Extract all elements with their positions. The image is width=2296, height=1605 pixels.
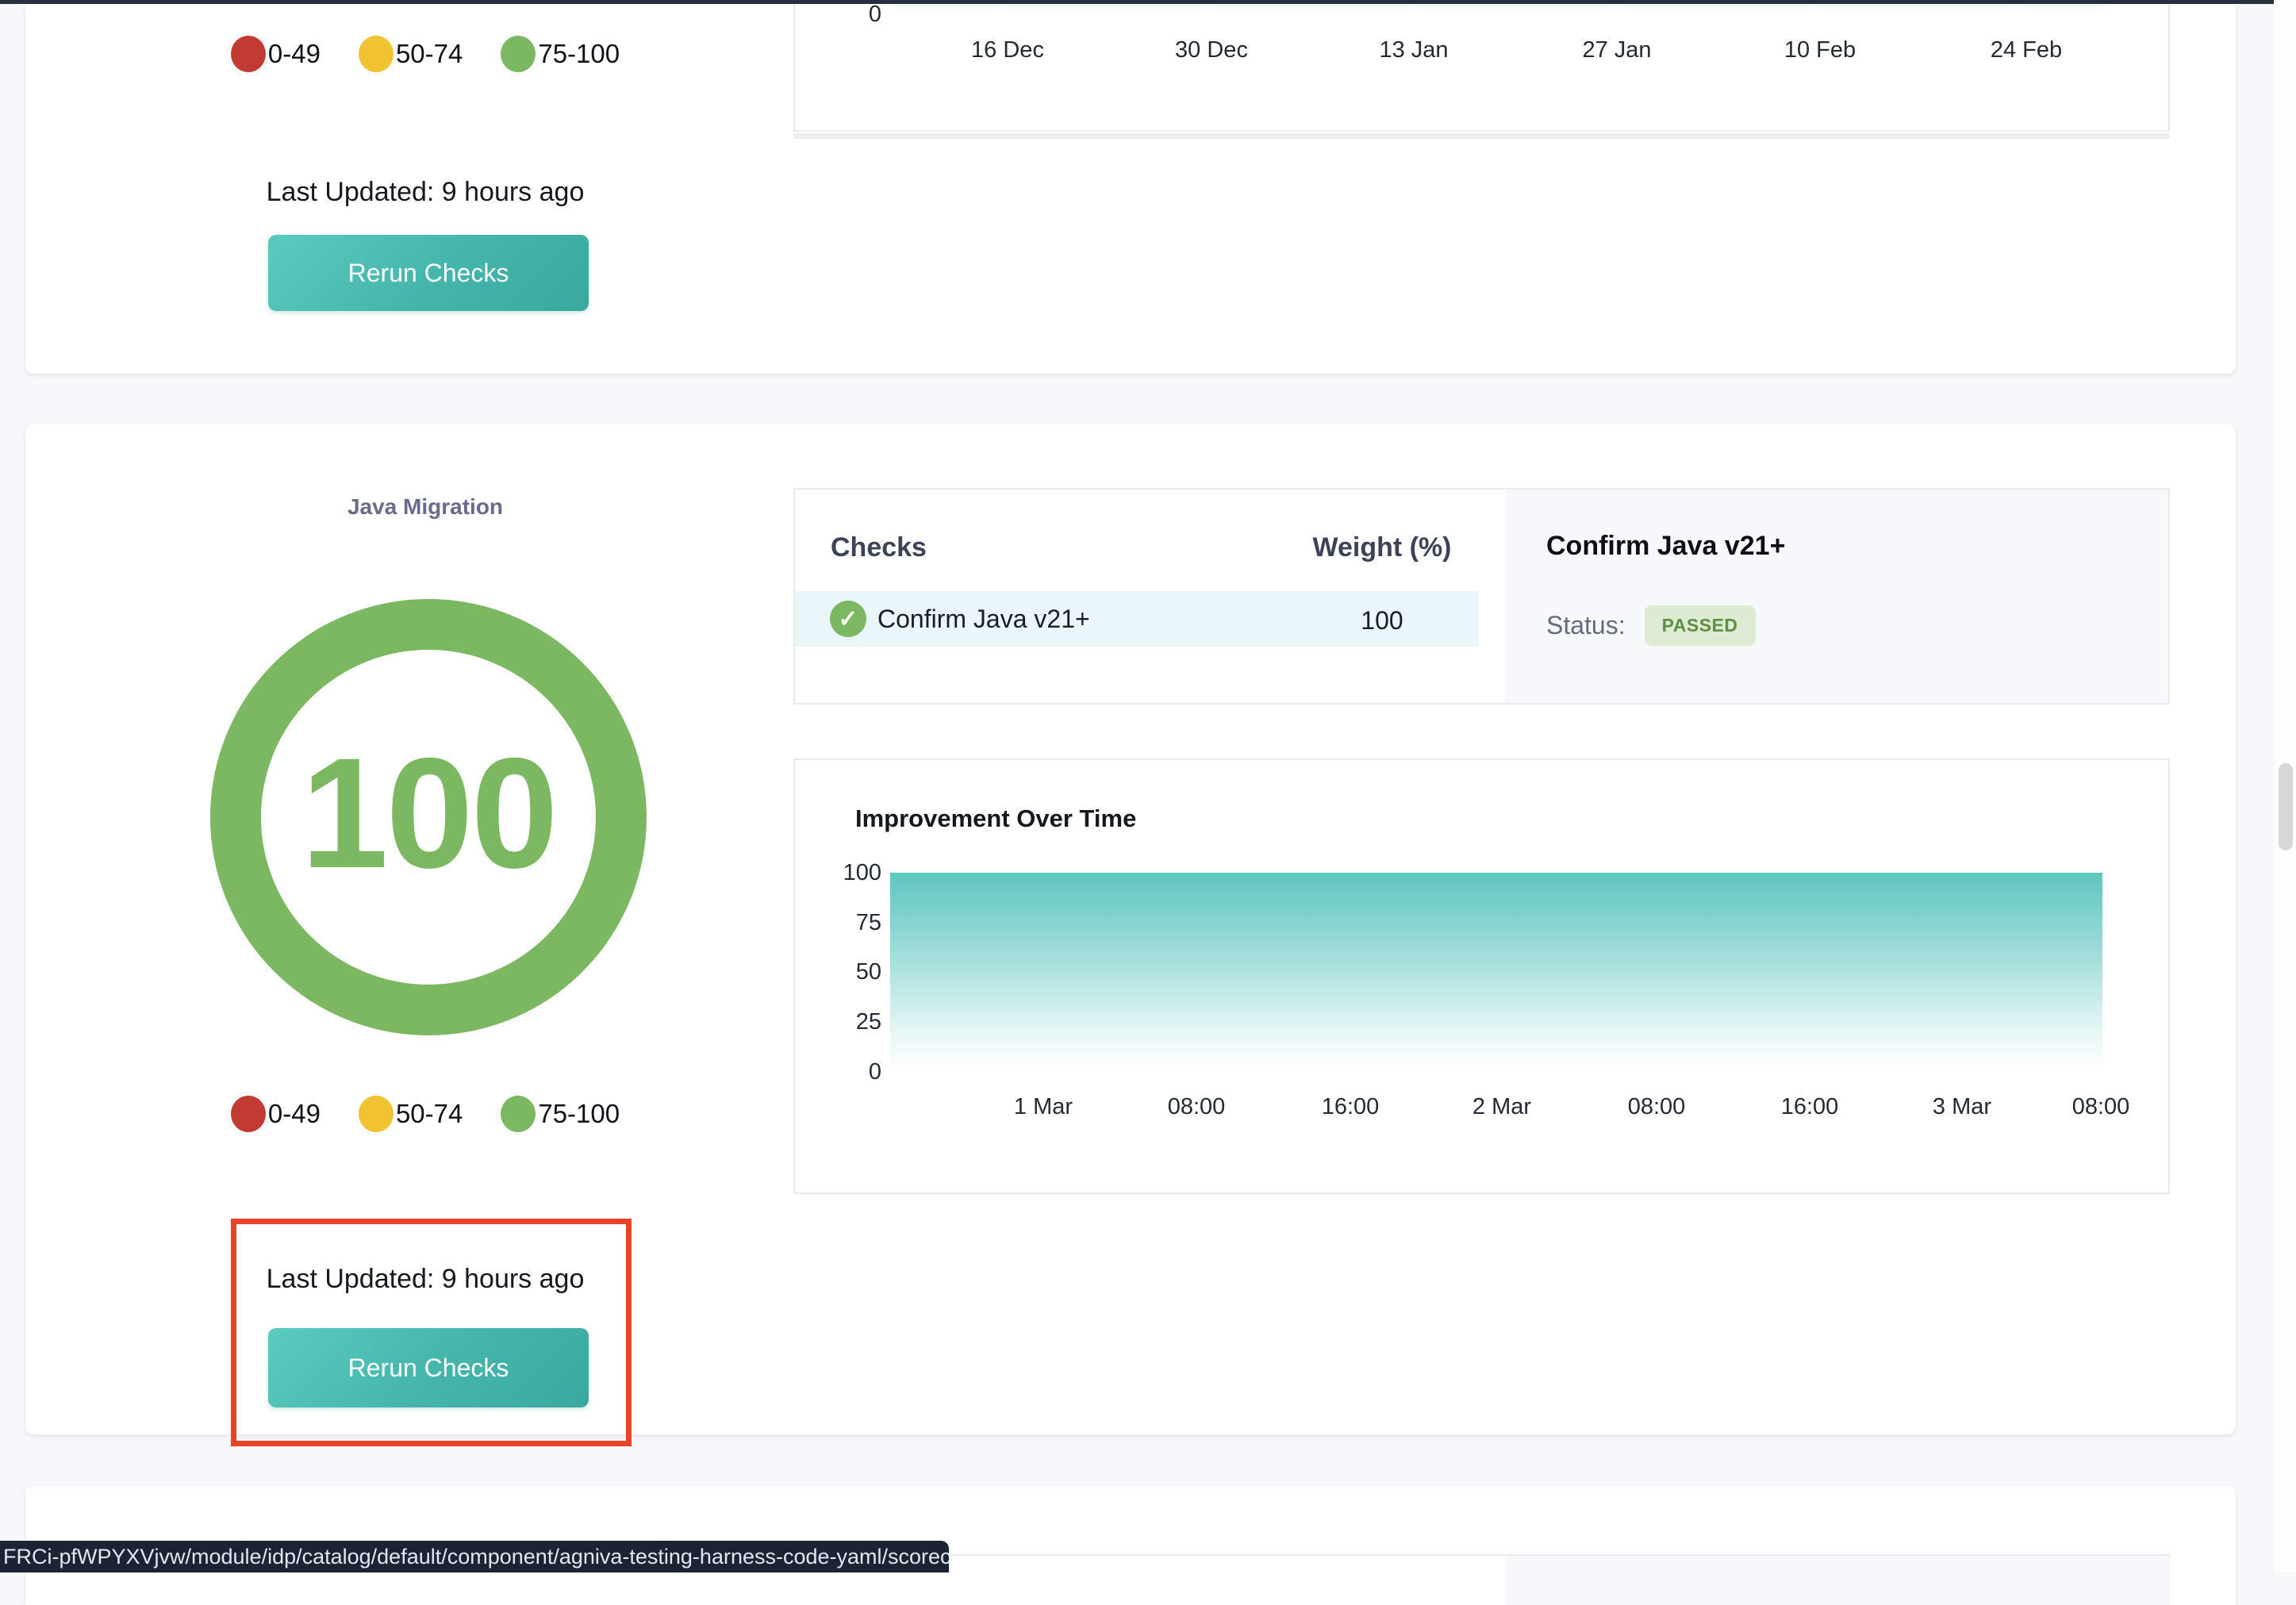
score-value: 100 [301, 735, 555, 892]
legend-label: 75-100 [538, 39, 620, 69]
improvement-y-tick: 0 [795, 1059, 881, 1085]
last-updated-text: Last Updated: 9 hours ago [25, 177, 825, 208]
legend-red-dot-icon [231, 36, 266, 72]
trend-chart-x-tick: 13 Jan [1379, 37, 1448, 63]
improvement-x-tick: 16:00 [1322, 1094, 1380, 1120]
trend-chart-x-tick: 30 Dec [1175, 37, 1248, 63]
status-badge: PASSED [1645, 605, 1756, 646]
trend-chart-y-tick: 0 [795, 2, 881, 28]
status-label: Status: [1546, 611, 1626, 640]
weight-column-header: Weight (%) [1312, 532, 1451, 563]
trend-chart-x-tick: 16 Dec [971, 37, 1044, 63]
rerun-checks-button[interactable]: Rerun Checks [268, 235, 589, 311]
improvement-x-tick: 16:00 [1781, 1094, 1839, 1120]
check-weight-value: 100 [1361, 606, 1403, 635]
legend-label: 0-49 [268, 39, 321, 69]
score-gauge-ring: 100 [210, 599, 647, 1035]
improvement-chart-container: Improvement Over Time 100 75 50 25 0 1 M… [793, 758, 2170, 1194]
scorecard-card-previous: 0-49 50-74 75-100 Last Updated: 9 hours … [25, 4, 2236, 374]
legend-item-high: 75-100 [501, 36, 620, 72]
improvement-y-tick: 25 [795, 1009, 881, 1035]
improvement-chart-title: Improvement Over Time [855, 804, 1136, 833]
check-name: Confirm Java v21+ [877, 605, 1090, 634]
score-legend: 0-49 50-74 75-100 [25, 36, 825, 72]
legend-item-medium: 50-74 [359, 36, 463, 72]
legend-label: 0-49 [268, 1099, 321, 1129]
trend-chart-container: 0 16 Dec 30 Dec 13 Jan 27 Jan 10 Feb 24 … [793, 4, 2170, 132]
legend-green-dot-icon [501, 36, 536, 72]
rerun-checks-button[interactable]: Rerun Checks [268, 1328, 589, 1407]
legend-item-high: 75-100 [501, 1096, 620, 1132]
improvement-x-tick: 08:00 [1168, 1094, 1226, 1120]
improvement-x-tick: 3 Mar [1933, 1094, 1991, 1120]
page-scrollbar-thumb[interactable] [2279, 763, 2293, 850]
legend-label: 50-74 [396, 1099, 463, 1129]
checks-column-header: Checks [831, 532, 927, 563]
link-preview-status-bar: FRCi-pfWPYXVjvw/module/idp/catalog/defau… [0, 1541, 949, 1572]
improvement-y-tick: 100 [795, 860, 881, 886]
check-detail-panel: Confirm Java v21+ Status: PASSED [1505, 490, 2168, 703]
improvement-x-tick: 1 Mar [1014, 1094, 1073, 1120]
legend-label: 50-74 [396, 39, 463, 69]
legend-item-medium: 50-74 [359, 1096, 463, 1132]
improvement-x-tick: 08:00 [2072, 1094, 2130, 1120]
checks-panel: Checks Weight (%) ✓ Confirm Java v21+ 10… [793, 488, 2170, 705]
legend-yellow-dot-icon [359, 36, 394, 72]
improvement-y-tick: 50 [795, 959, 881, 985]
legend-item-low: 0-49 [231, 1096, 321, 1132]
scorecard-card-java-migration: Java Migration 100 0-49 50-74 75-100 Las… [25, 424, 2236, 1434]
legend-yellow-dot-icon [359, 1096, 394, 1132]
trend-chart-x-tick: 27 Jan [1582, 37, 1651, 63]
next-card-detail-panel [1505, 1556, 2170, 1605]
legend-item-low: 0-49 [231, 36, 321, 72]
trend-chart-x-tick: 24 Feb [1991, 37, 2062, 63]
chart-horizontal-scrollbar[interactable] [793, 133, 2170, 139]
check-status-row: Status: PASSED [1546, 605, 1756, 646]
legend-red-dot-icon [231, 1096, 266, 1132]
trend-chart-x-tick: 10 Feb [1784, 37, 1856, 63]
improvement-x-tick: 08:00 [1628, 1094, 1686, 1120]
check-detail-title: Confirm Java v21+ [1546, 531, 1785, 562]
improvement-x-tick: 2 Mar [1472, 1094, 1531, 1120]
score-legend: 0-49 50-74 75-100 [25, 1096, 825, 1132]
last-updated-text: Last Updated: 9 hours ago [25, 1264, 825, 1295]
scorecard-title: Java Migration [25, 494, 825, 520]
improvement-area-series [890, 873, 2102, 1072]
trend-chart-area-bottom [892, 4, 2104, 11]
legend-green-dot-icon [501, 1096, 536, 1132]
check-passed-icon: ✓ [830, 601, 866, 637]
improvement-y-tick: 75 [795, 910, 881, 936]
legend-label: 75-100 [538, 1099, 620, 1129]
